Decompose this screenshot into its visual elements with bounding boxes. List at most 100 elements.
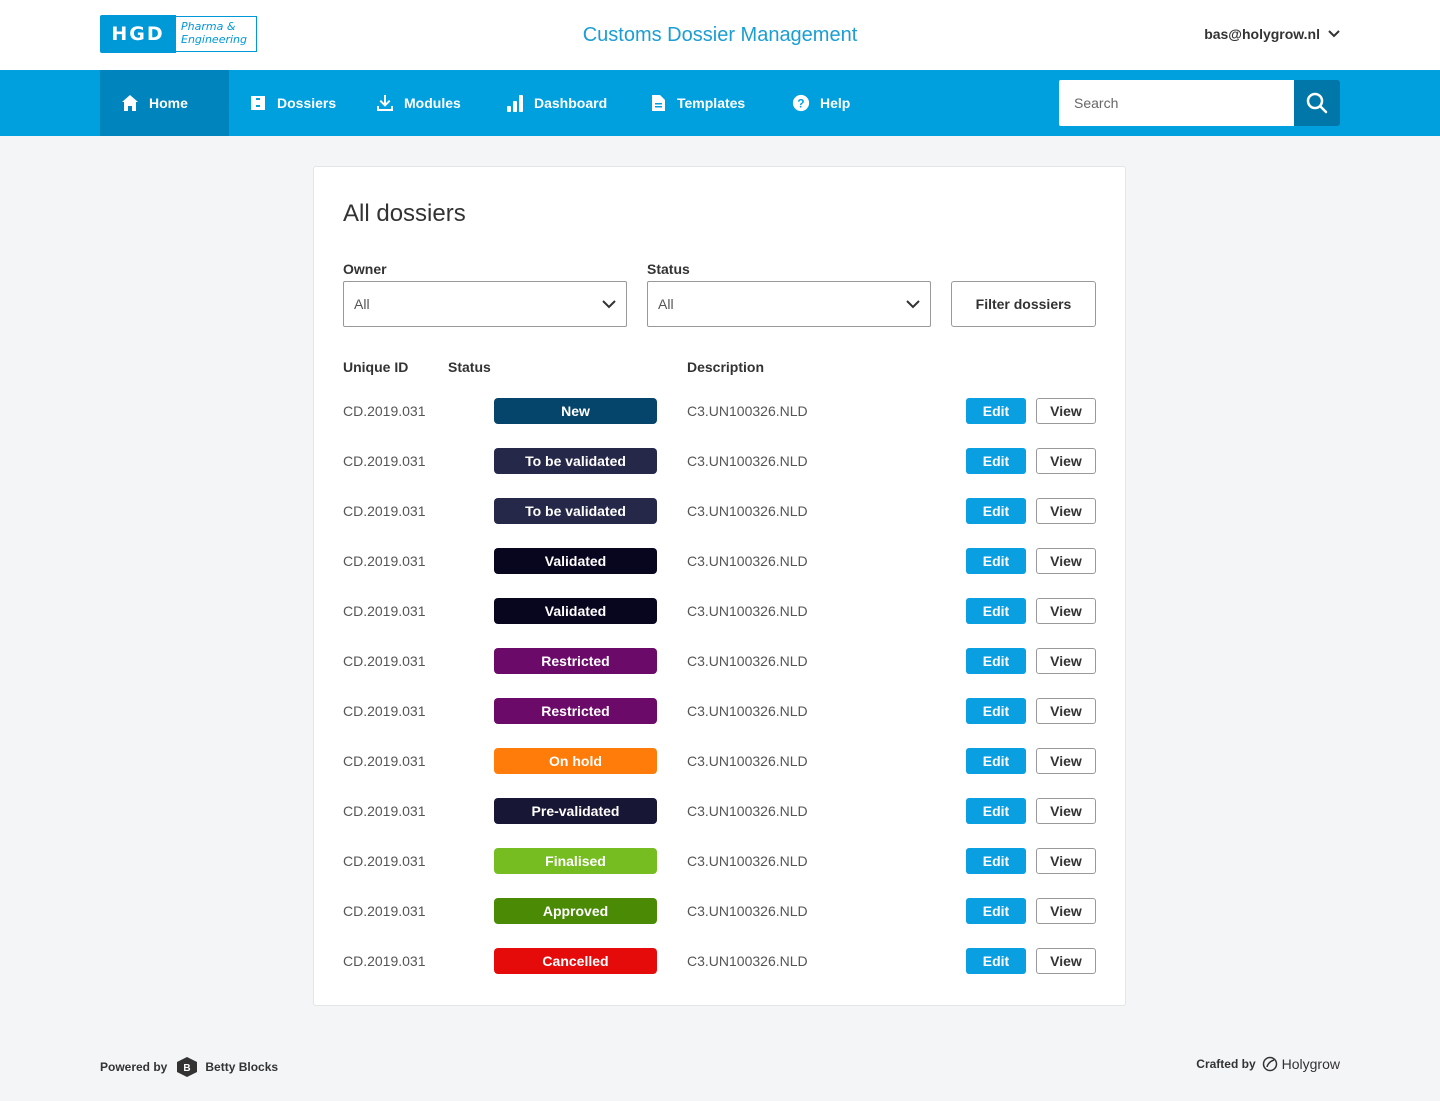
main-nav: Home Dossiers Modules Dashboard Template… [0,70,1440,136]
nav-item-dashboard[interactable]: Dashboard [506,70,607,136]
view-button[interactable]: View [1036,498,1096,524]
chevron-down-icon [906,299,920,308]
view-button[interactable]: View [1036,848,1096,874]
svg-text:B: B [184,1063,191,1074]
edit-button[interactable]: Edit [966,398,1026,424]
table-row: CD.2019.031 To be validated C3.UN100326.NL… [314,498,1125,524]
view-button[interactable]: View [1036,948,1096,974]
view-button[interactable]: View [1036,698,1096,724]
edit-button[interactable]: Edit [966,948,1026,974]
edit-button[interactable]: Edit [966,848,1026,874]
status-badge: Pre-validated [494,798,657,824]
nav-label-modules: Modules [404,95,461,111]
nav-item-help[interactable]: ? Help [792,70,850,136]
betty-blocks-brand[interactable]: Betty Blocks [205,1060,278,1074]
dossier-id: CD.2019.031 [343,553,426,569]
owner-label: Owner [343,261,387,277]
search-icon [1306,92,1328,114]
filter-dossiers-button[interactable]: Filter dossiers [951,281,1096,327]
table-row: CD.2019.031 To be validated C3.UN100326.NL… [314,448,1125,474]
dossier-id: CD.2019.031 [343,753,426,769]
edit-button[interactable]: Edit [966,698,1026,724]
dossier-description: C3.UN100326.NLD [687,553,808,569]
chevron-down-icon [1328,30,1340,38]
edit-button[interactable]: Edit [966,498,1026,524]
help-icon: ? [792,94,810,112]
nav-item-templates[interactable]: Templates [649,70,745,136]
powered-by-text: Powered by [100,1060,168,1074]
dossiers-card: All dossiers Owner All Status All Filter… [313,166,1126,1006]
dossier-description: C3.UN100326.NLD [687,853,808,869]
column-header-id: Unique ID [343,359,409,375]
user-email: bas@holygrow.nl [1204,26,1320,42]
table-row: CD.2019.031 Validated C3.UN100326.NLD Edit V… [314,598,1125,624]
table-row: CD.2019.031 Restricted C3.UN100326.NLD Edit… [314,698,1125,724]
view-button[interactable]: View [1036,548,1096,574]
status-badge: New [494,398,657,424]
chevron-down-icon [602,299,616,308]
nav-item-modules[interactable]: Modules [376,70,461,136]
status-select-value: All [658,296,674,312]
dossier-description: C3.UN100326.NLD [687,953,808,969]
view-button[interactable]: View [1036,798,1096,824]
edit-button[interactable]: Edit [966,798,1026,824]
betty-blocks-logo-icon: B [177,1057,198,1077]
status-badge: Validated [494,598,657,624]
table-row: CD.2019.031 New C3.UN100326.NLD Edit View [314,398,1125,424]
dossier-id: CD.2019.031 [343,953,426,969]
dossier-id: CD.2019.031 [343,703,426,719]
user-menu[interactable]: bas@holygrow.nl [1204,26,1340,42]
edit-button[interactable]: Edit [966,448,1026,474]
nav-item-dossiers[interactable]: Dossiers [249,70,336,136]
bar-chart-icon [507,95,523,112]
dossier-description: C3.UN100326.NLD [687,753,808,769]
table-row: CD.2019.031 Finalised C3.UN100326.NLD Edit V… [314,848,1125,874]
owner-select[interactable]: All [343,281,627,327]
edit-button[interactable]: Edit [966,648,1026,674]
search-box [1059,80,1340,126]
table-row: CD.2019.031 Cancelled C3.UN100326.NLD Edit V… [314,948,1125,974]
status-badge: Finalised [494,848,657,874]
view-button[interactable]: View [1036,898,1096,924]
nav-item-home[interactable]: Home [100,70,229,136]
dossier-description: C3.UN100326.NLD [687,703,808,719]
dossier-id: CD.2019.031 [343,453,426,469]
edit-button[interactable]: Edit [966,898,1026,924]
edit-button[interactable]: Edit [966,748,1026,774]
table-row: CD.2019.031 Restricted C3.UN100326.NLD Edit… [314,648,1125,674]
nav-label-dashboard: Dashboard [534,95,608,111]
column-header-description: Description [687,359,765,375]
edit-button[interactable]: Edit [966,598,1026,624]
dossier-description: C3.UN100326.NLD [687,403,808,419]
table-row: CD.2019.031 On hold C3.UN100326.NLD Edit Vie… [314,748,1125,774]
dossier-id: CD.2019.031 [343,503,426,519]
top-header: HGD Pharma & Engineering Customs Dossier… [0,0,1440,70]
view-button[interactable]: View [1036,598,1096,624]
nav-label-dossiers: Dossiers [277,95,337,111]
nav-label-help: Help [820,95,851,111]
edit-button[interactable]: Edit [966,548,1026,574]
dossier-description: C3.UN100326.NLD [687,653,808,669]
page-title: All dossiers [343,200,466,227]
status-label: Status [647,261,690,277]
search-button[interactable] [1294,80,1340,126]
dossier-description: C3.UN100326.NLD [687,603,808,619]
footer-powered-by: Powered by B Betty Blocks [100,1056,278,1078]
holygrow-brand[interactable]: Holygrow [1282,1056,1340,1072]
view-button[interactable]: View [1036,648,1096,674]
dossier-description: C3.UN100326.NLD [687,453,808,469]
view-button[interactable]: View [1036,448,1096,474]
download-icon [377,95,393,111]
status-badge: Approved [494,898,657,924]
svg-text:?: ? [797,98,804,111]
status-badge: To be validated [494,498,657,524]
view-button[interactable]: View [1036,748,1096,774]
dossier-id: CD.2019.031 [343,603,426,619]
search-input[interactable] [1059,80,1294,126]
view-button[interactable]: View [1036,398,1096,424]
dossier-id: CD.2019.031 [343,803,426,819]
dossier-id: CD.2019.031 [343,853,426,869]
status-badge: Validated [494,548,657,574]
status-select[interactable]: All [647,281,931,327]
dossier-id: CD.2019.031 [343,903,426,919]
